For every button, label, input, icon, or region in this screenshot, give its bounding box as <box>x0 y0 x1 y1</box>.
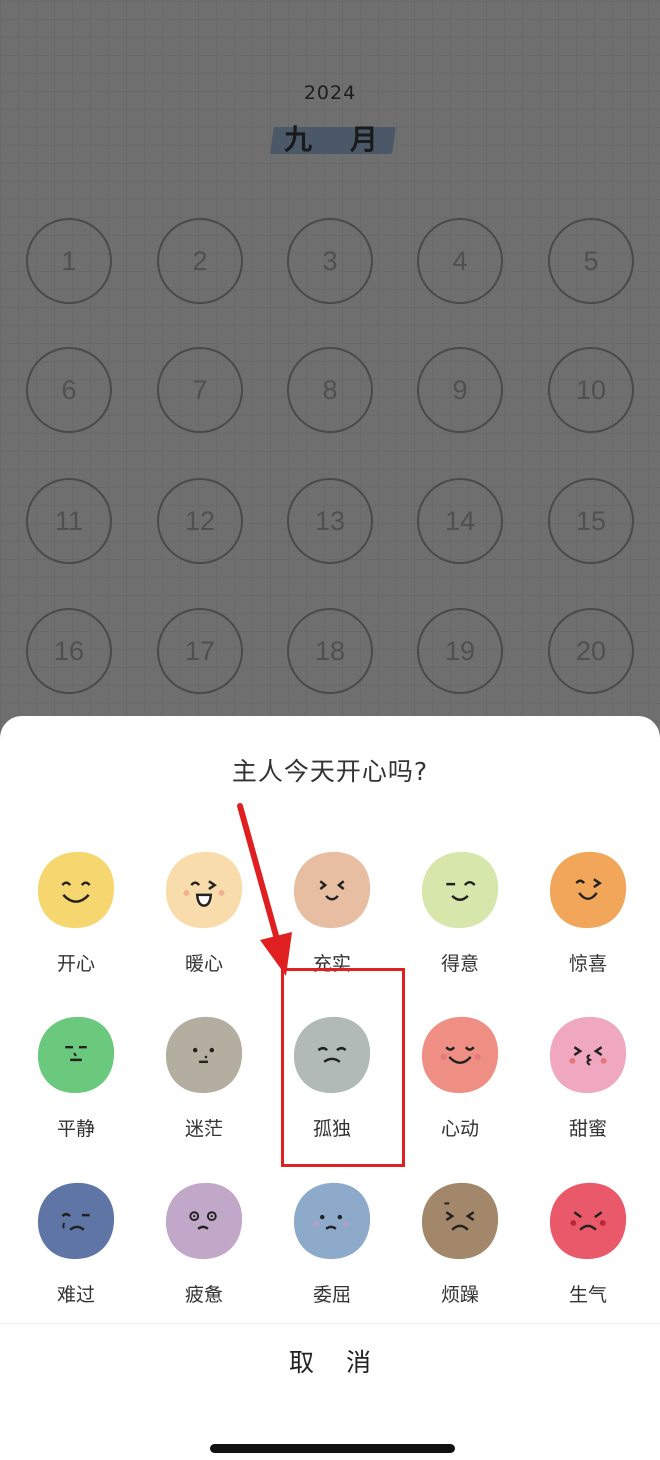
calendar-day[interactable]: 14 <box>417 478 503 564</box>
sweet-face-icon[interactable] <box>547 1014 629 1096</box>
calendar-day[interactable]: 1 <box>26 218 112 304</box>
home-indicator[interactable] <box>210 1444 455 1453</box>
calendar-day[interactable]: 17 <box>157 608 243 694</box>
mood-label: 难过 <box>56 1284 95 1306</box>
confused-face-icon[interactable] <box>163 1014 245 1096</box>
angry-face-icon[interactable] <box>547 1180 629 1262</box>
calendar-day[interactable]: 15 <box>548 478 634 564</box>
calendar-month-header: 九 月 <box>270 118 396 156</box>
mood-option-surprised[interactable]: 惊喜 <box>533 849 643 999</box>
mood-option-wronged[interactable]: 委屈 <box>277 1180 387 1330</box>
mood-option-proud[interactable]: 得意 <box>405 849 515 999</box>
mood-option-angry[interactable]: 生气 <box>533 1180 643 1330</box>
mood-option-heartbeat[interactable]: 心动 <box>405 1014 515 1164</box>
mood-option-sweet[interactable]: 甜蜜 <box>533 1014 643 1164</box>
surprised-face-icon[interactable] <box>547 849 629 931</box>
mood-option-irritated[interactable]: 烦躁 <box>405 1180 515 1330</box>
calendar-day[interactable]: 20 <box>548 608 634 694</box>
mood-option-happy[interactable]: 开心 <box>21 849 131 999</box>
calendar-day[interactable]: 11 <box>26 478 112 564</box>
pointer-arrow-icon <box>237 803 292 976</box>
mood-label: 生气 <box>568 1284 607 1306</box>
fulfilled-face-icon[interactable] <box>291 849 373 931</box>
mood-label: 惊喜 <box>568 953 607 975</box>
proud-face-icon[interactable] <box>419 849 501 931</box>
cancel-button[interactable]: 取 消 <box>0 1343 660 1379</box>
mood-label: 疲惫 <box>184 1284 223 1306</box>
calendar-day[interactable]: 4 <box>417 218 503 304</box>
calendar-background: 2024 九 月 1 2 3 4 5 6 7 8 9 10 11 12 13 14 15 16 17 18 19 20 <box>0 0 660 740</box>
wronged-face-icon[interactable] <box>291 1180 373 1262</box>
mood-label: 甜蜜 <box>568 1118 607 1140</box>
mood-option-calm[interactable]: 平静 <box>21 1014 131 1164</box>
calendar-day[interactable]: 13 <box>287 478 373 564</box>
mood-label: 开心 <box>56 953 95 975</box>
calendar-day[interactable]: 3 <box>287 218 373 304</box>
mood-label: 心动 <box>440 1118 479 1140</box>
heartbeat-face-icon[interactable] <box>419 1014 501 1096</box>
calendar-day[interactable]: 12 <box>157 478 243 564</box>
calendar-day[interactable]: 19 <box>417 608 503 694</box>
selection-highlight-box <box>281 968 405 1167</box>
mood-question: 主人今天开心吗? <box>231 757 429 786</box>
calendar-day[interactable]: 18 <box>287 608 373 694</box>
calendar-day[interactable]: 9 <box>417 347 503 433</box>
mood-label: 烦躁 <box>440 1284 479 1306</box>
calendar-day[interactable]: 10 <box>548 347 634 433</box>
mood-option-tired[interactable]: 疲惫 <box>149 1180 259 1330</box>
calendar-year: 2024 <box>303 82 357 104</box>
calendar-day[interactable]: 6 <box>26 347 112 433</box>
calendar-day[interactable]: 2 <box>157 218 243 304</box>
calendar-day[interactable]: 7 <box>157 347 243 433</box>
sheet-divider <box>0 1323 660 1324</box>
mood-option-confused[interactable]: 迷茫 <box>149 1014 259 1164</box>
calendar-day[interactable]: 5 <box>548 218 634 304</box>
calendar-day[interactable]: 8 <box>287 347 373 433</box>
mood-label: 迷茫 <box>184 1118 223 1140</box>
happy-face-icon[interactable] <box>35 849 117 931</box>
irritated-face-icon[interactable] <box>419 1180 501 1262</box>
sad-face-icon[interactable] <box>35 1180 117 1262</box>
calm-face-icon[interactable] <box>35 1014 117 1096</box>
mood-label: 委屈 <box>312 1284 351 1306</box>
calendar-day[interactable]: 16 <box>26 608 112 694</box>
calendar-month: 九 月 <box>284 123 392 156</box>
mood-option-sad[interactable]: 难过 <box>21 1180 131 1330</box>
mood-label: 平静 <box>56 1118 95 1140</box>
tired-face-icon[interactable] <box>163 1180 245 1262</box>
mood-label: 得意 <box>440 953 479 975</box>
